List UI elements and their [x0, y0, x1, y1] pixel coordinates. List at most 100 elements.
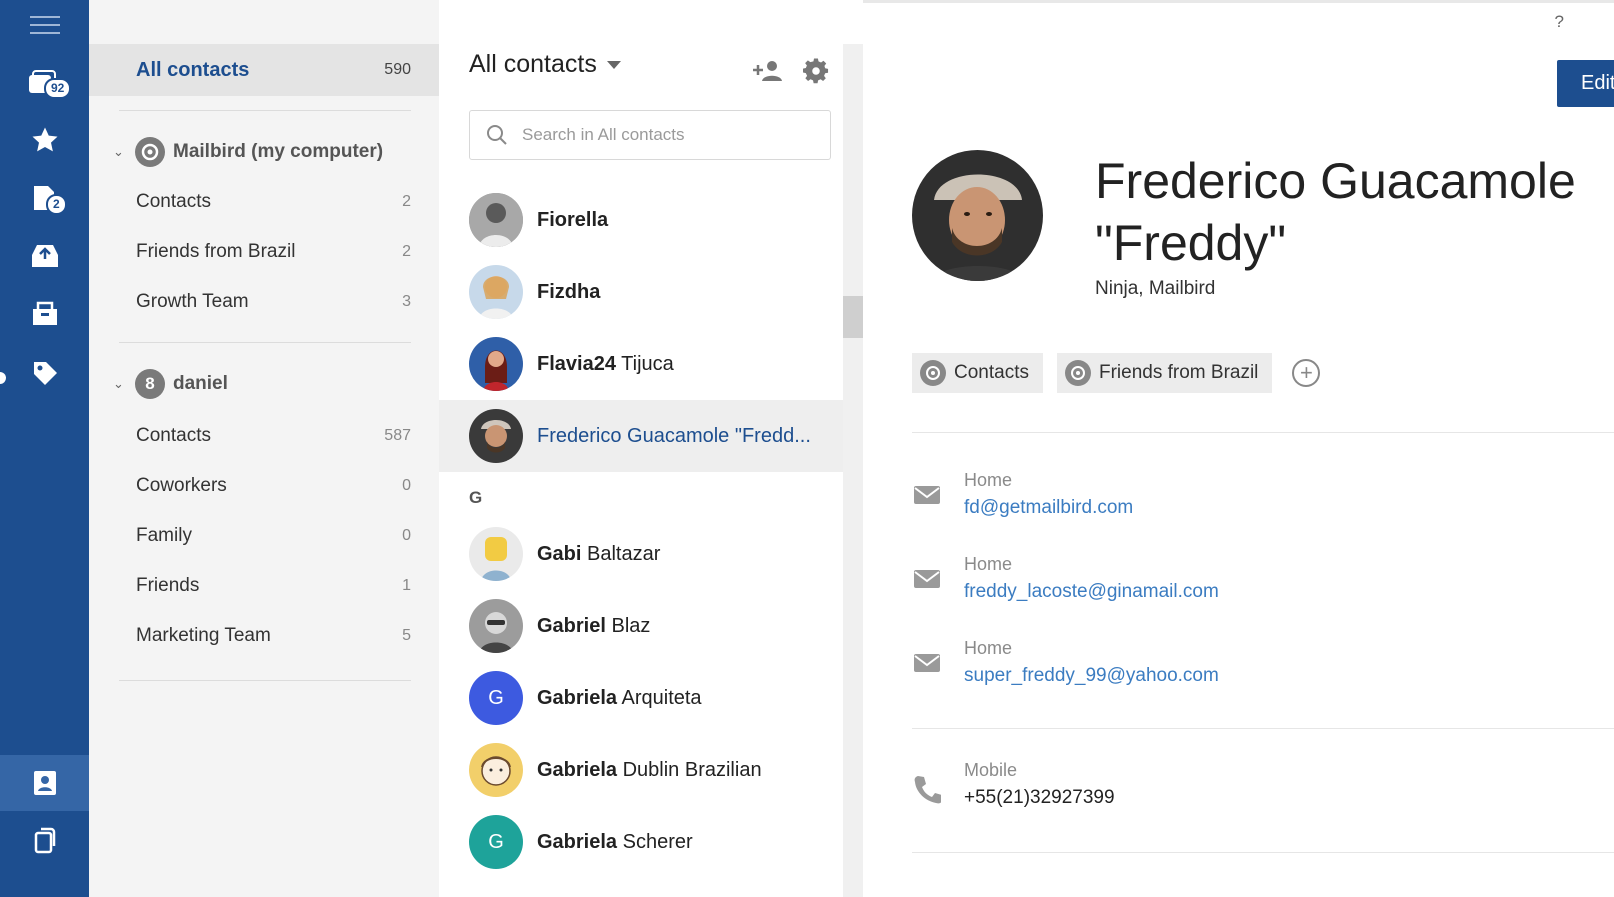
contact-name: Gabriela Dublin Brazilian — [537, 758, 762, 781]
avatar — [469, 743, 523, 797]
contact-row[interactable]: G Gabriela Arquiteta — [439, 662, 843, 734]
list-scrollbar[interactable] — [843, 44, 863, 897]
navigation-rail: 92 2 — [0, 0, 89, 897]
contact-full-name: Frederico Guacamole "Freddy" — [1095, 150, 1595, 274]
group-count: 3 — [402, 293, 411, 310]
avatar-initial: G — [469, 815, 523, 869]
contact-row[interactable]: Fiorella — [439, 184, 843, 256]
archive-box-icon — [32, 301, 57, 325]
search-input[interactable] — [522, 125, 822, 145]
tags-icon — [33, 362, 57, 385]
group-item-growth-team[interactable]: Growth Team 3 — [136, 282, 411, 322]
contact-row[interactable]: Gabi Baltazar — [439, 518, 843, 590]
inbox-button[interactable]: 92 — [0, 56, 89, 112]
tag-label: Contacts — [954, 362, 1029, 383]
avatar — [469, 193, 523, 247]
contact-title-company: Ninja, Mailbird — [1095, 278, 1216, 299]
group-label: Marketing Team — [136, 625, 271, 646]
email-field: Home super_freddy_99@yahoo.com — [912, 638, 1219, 687]
group-count: 0 — [402, 527, 411, 544]
contact-list-panel: All contacts Fiorella Fizdha Flavia24 Ti… — [439, 0, 863, 897]
drafts-button[interactable]: 2 — [0, 170, 89, 226]
chevron-down-icon[interactable]: ⌄ — [113, 376, 135, 392]
group-label: Friends from Brazil — [136, 241, 296, 262]
list-scrollbar-thumb[interactable] — [843, 296, 863, 338]
field-label: Mobile — [964, 760, 1018, 780]
notes-button[interactable] — [0, 812, 89, 868]
group-label: Friends — [136, 575, 200, 596]
contact-row[interactable]: G Gabriela Scherer — [439, 806, 843, 878]
add-group-plus-icon[interactable]: + — [1292, 359, 1321, 387]
group-all-contacts[interactable]: All contacts 590 — [89, 44, 439, 96]
search-box — [469, 110, 831, 160]
group-count: 590 — [384, 61, 411, 78]
contact-detail-panel: ? Edit Frederico Guacamole "Freddy" Ninj… — [863, 0, 1614, 897]
labels-button[interactable] — [0, 346, 89, 402]
envelope-icon — [912, 484, 942, 506]
avatar — [469, 599, 523, 653]
phone-number[interactable]: +55(21)32927399 — [964, 787, 1115, 809]
group-tag[interactable]: Contacts — [912, 353, 1043, 393]
field-label: Home — [964, 638, 1013, 658]
edit-button[interactable]: Edit — [1557, 60, 1614, 107]
menu-button[interactable] — [0, 0, 89, 50]
list-title: All contacts — [469, 50, 597, 78]
contact-row[interactable]: Gabriela Dublin Brazilian — [439, 734, 843, 806]
name-line: "Freddy" — [1095, 215, 1287, 271]
group-label: Contacts — [136, 191, 211, 212]
group-item-friends[interactable]: Friends 1 — [136, 566, 411, 606]
list-settings-button[interactable] — [799, 54, 833, 88]
account-header-daniel[interactable]: ⌄ 8 daniel — [113, 364, 228, 404]
group-item-marketing-team[interactable]: Marketing Team 5 — [136, 616, 411, 656]
outbox-button[interactable] — [0, 228, 89, 284]
google-account-icon: 8 — [135, 369, 165, 399]
group-item-friends-from-brazil[interactable]: Friends from Brazil 2 — [136, 232, 411, 272]
group-item-family[interactable]: Family 0 — [136, 516, 411, 556]
group-label: Contacts — [136, 425, 211, 446]
divider — [912, 432, 1614, 433]
account-name: daniel — [173, 373, 228, 394]
pages-icon — [34, 827, 55, 854]
avatar-initial: G — [469, 671, 523, 725]
email-field: Home fd@getmailbird.com — [912, 470, 1133, 519]
archive-button[interactable] — [0, 286, 89, 342]
group-item-coworkers[interactable]: Coworkers 0 — [136, 466, 411, 506]
envelope-icon — [912, 568, 942, 590]
name-line: Frederico Guacamole — [1095, 153, 1576, 209]
divider — [119, 110, 411, 111]
envelope-icon — [912, 652, 942, 674]
contact-row[interactable]: Flavia24 Tijuca — [439, 328, 843, 400]
add-contact-button[interactable] — [751, 54, 785, 88]
email-link[interactable]: super_freddy_99@yahoo.com — [964, 665, 1219, 687]
contact-name: Frederico Guacamole "Fredd... — [537, 424, 811, 447]
contact-name: Flavia24 Tijuca — [537, 352, 674, 375]
group-count: 2 — [402, 243, 411, 260]
drafts-badge: 2 — [46, 194, 67, 215]
contact-row[interactable]: Fizdha — [439, 256, 843, 328]
chevron-down-icon[interactable]: ⌄ — [113, 144, 135, 160]
divider — [912, 728, 1614, 729]
contact-row[interactable]: Gabriel Blaz — [439, 590, 843, 662]
group-count: 1 — [402, 577, 411, 594]
contact-photo — [912, 150, 1043, 281]
account-header-mailbird[interactable]: ⌄ Mailbird (my computer) — [113, 132, 383, 172]
group-item-contacts[interactable]: Contacts 587 — [136, 416, 411, 456]
email-link[interactable]: fd@getmailbird.com — [964, 497, 1133, 519]
mailbird-logo-icon — [1064, 360, 1091, 386]
help-button[interactable]: ? — [1555, 12, 1564, 32]
group-item-contacts[interactable]: Contacts 2 — [136, 182, 411, 222]
contact-name: Gabriel Blaz — [537, 614, 651, 637]
tray-upload-icon — [31, 245, 58, 267]
list-title-dropdown[interactable]: All contacts — [469, 50, 621, 79]
contact-row-selected[interactable]: Frederico Guacamole "Fredd... — [439, 400, 843, 472]
starred-button[interactable] — [0, 112, 89, 168]
group-tag[interactable]: Friends from Brazil — [1056, 353, 1273, 393]
mailbird-logo-icon — [920, 360, 946, 386]
contact-groups: Contacts Friends from Brazil + — [912, 353, 1321, 393]
group-label: Growth Team — [136, 291, 249, 312]
contacts-app-button[interactable] — [0, 755, 89, 811]
mailbird-logo-icon — [135, 137, 165, 167]
divider — [912, 852, 1614, 853]
group-count: 587 — [384, 427, 411, 444]
email-link[interactable]: freddy_lacoste@ginamail.com — [964, 581, 1219, 603]
